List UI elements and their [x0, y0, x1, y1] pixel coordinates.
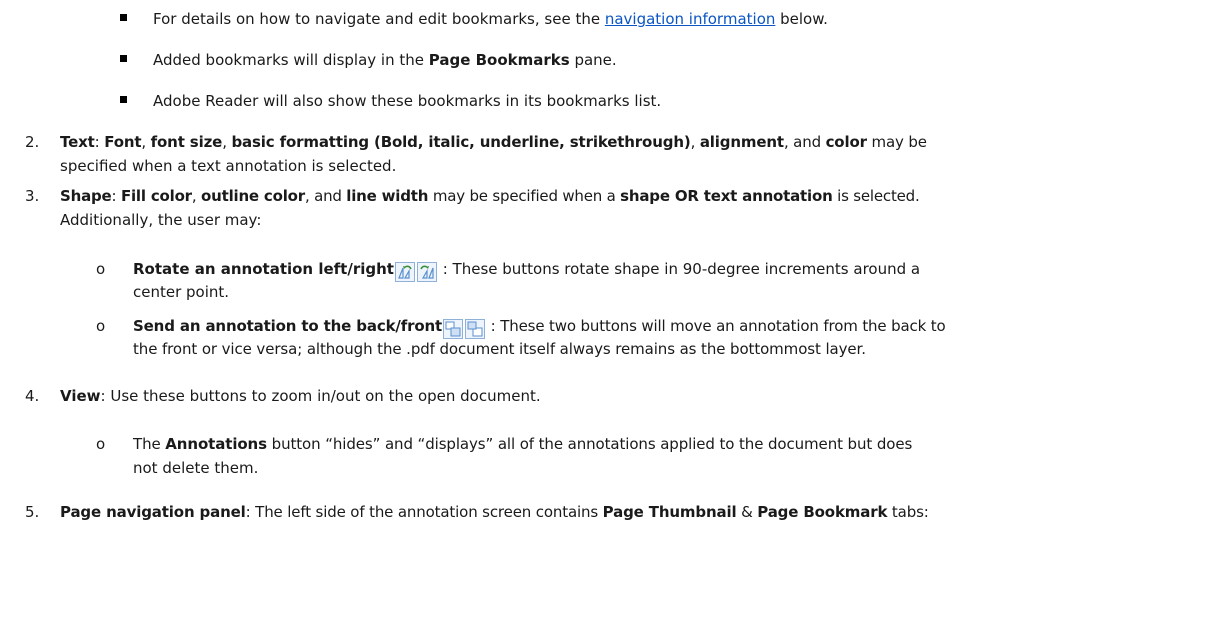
item-text-line: Page navigation panel: The left side of …	[60, 502, 929, 522]
text-span: &	[736, 503, 758, 521]
text-span: may be specified when a	[428, 187, 621, 205]
bold-term: shape OR text annotation	[620, 187, 833, 205]
bold-term: Send an annotation to the back/front	[133, 317, 443, 335]
text-span: ,	[191, 187, 202, 205]
arrange-buttons-image	[442, 319, 486, 340]
bold-term: Shape	[60, 187, 112, 205]
bold-term: outline color	[201, 187, 305, 205]
bookmark-note-1: For details on how to navigate and edit …	[153, 9, 828, 29]
text-span: : These two buttons will move an annotat…	[486, 317, 946, 335]
circle-bullet: o	[96, 317, 106, 335]
bold-term: Text	[60, 133, 95, 151]
item-text-line: Additionally, the user may:	[60, 211, 262, 229]
list-number: 2.	[25, 133, 40, 151]
sub-item-text-line: The Annotations button “hides” and “disp…	[133, 434, 912, 454]
text-span: :	[111, 187, 121, 205]
bold-term: basic formatting (Bold, italic, underlin…	[231, 133, 691, 151]
text-span: : These buttons rotate shape in 90-degre…	[437, 260, 921, 278]
text-span: : The left side of the annotation screen…	[245, 503, 603, 521]
document-page: For details on how to navigate and edit …	[0, 0, 1215, 629]
text-span: pane.	[569, 51, 617, 69]
bookmark-note-2: Added bookmarks will display in the Page…	[153, 50, 617, 70]
text-span: is selected.	[832, 187, 920, 205]
item-text-line: Shape: Fill color, outline color, and li…	[60, 186, 920, 206]
text-span: tabs:	[887, 503, 929, 521]
text-span: ,	[141, 133, 151, 151]
bold-term: line width	[346, 187, 429, 205]
text-span: The	[133, 435, 166, 453]
bold-term: Fill color	[120, 187, 192, 205]
rotate-left-icon	[394, 262, 415, 282]
bold-term: color	[825, 133, 867, 151]
item-text-line: View: Use these buttons to zoom in/out o…	[60, 386, 541, 406]
sub-item-text-line: center point.	[133, 283, 230, 301]
text-span: For details on how to navigate and edit …	[153, 10, 605, 28]
bring-to-front-icon	[465, 319, 486, 339]
text-span: : Use these buttons to zoom in/out on th…	[100, 387, 541, 405]
rotate-buttons-image	[394, 262, 438, 283]
text-span: Added bookmarks will display in the	[153, 51, 429, 69]
bold-term: Rotate an annotation left/right	[133, 260, 394, 278]
text-span: ,	[690, 133, 700, 151]
circle-bullet: o	[96, 435, 106, 453]
text-span: , and	[783, 133, 826, 151]
send-to-back-icon	[443, 319, 464, 339]
rotate-right-icon	[416, 262, 437, 282]
list-number: 3.	[25, 187, 40, 205]
bold-term: Page navigation panel	[60, 503, 246, 521]
sub-item-text-line: not delete them.	[133, 459, 259, 477]
bold-term: View	[60, 387, 101, 405]
text-span: below.	[775, 10, 828, 28]
bold-term: Annotations	[165, 435, 267, 453]
list-number: 5.	[25, 503, 40, 521]
square-bullet	[120, 14, 127, 21]
item-text-line: specified when a text annotation is sele…	[60, 157, 397, 175]
sub-item-text-line: the front or vice versa; although the .p…	[133, 340, 866, 358]
bold-term: Page Bookmarks	[428, 51, 570, 69]
square-bullet	[120, 96, 127, 103]
navigation-information-link[interactable]: navigation information	[605, 10, 776, 28]
text-span: button “hides” and “displays” all of the…	[266, 435, 913, 453]
text-span: , and	[304, 187, 347, 205]
sub-item-text-line: Rotate an annotation left/right : These …	[133, 259, 920, 283]
list-number: 4.	[25, 387, 40, 405]
text-span: :	[94, 133, 105, 151]
bookmark-note-3: Adobe Reader will also show these bookma…	[153, 91, 661, 111]
bold-term: alignment	[699, 133, 784, 151]
item-text-line: Text: Font, font size, basic formatting …	[60, 132, 927, 152]
text-span: may be	[866, 133, 927, 151]
sub-item-text-line: Send an annotation to the back/front : T…	[133, 316, 946, 340]
circle-bullet: o	[96, 260, 106, 278]
bold-term: Page Thumbnail	[602, 503, 737, 521]
bold-term: Font	[104, 133, 142, 151]
square-bullet	[120, 55, 127, 62]
text-span: Adobe Reader will also show these bookma…	[153, 92, 662, 110]
bold-term: font size	[150, 133, 223, 151]
bold-term: Page Bookmark	[757, 503, 888, 521]
